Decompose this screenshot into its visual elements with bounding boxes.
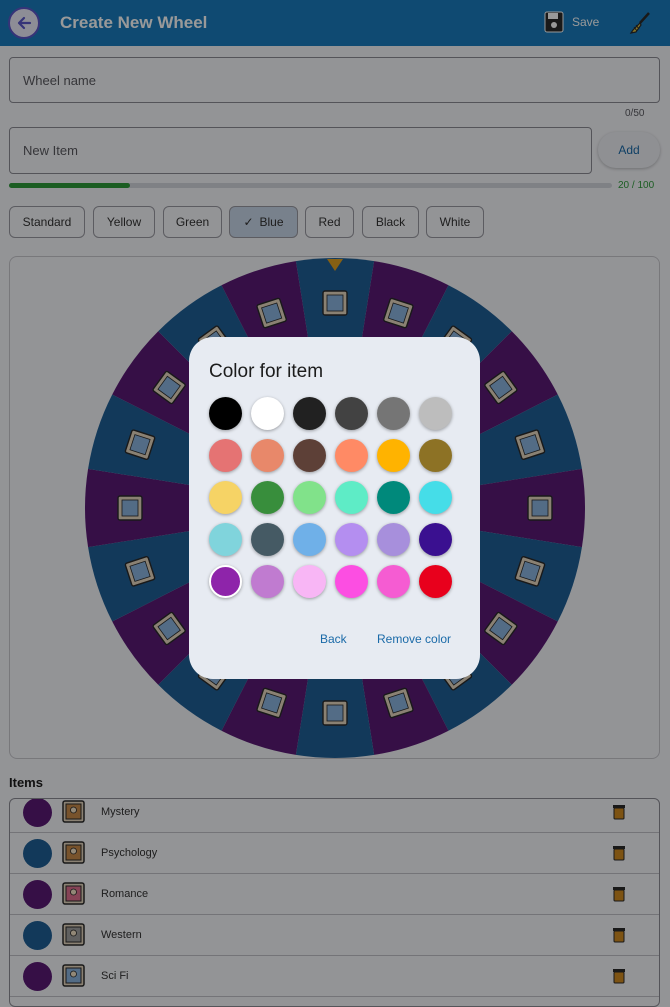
- color-swatch[interactable]: [209, 439, 242, 472]
- color-swatch[interactable]: [209, 565, 242, 598]
- color-swatch[interactable]: [419, 397, 452, 430]
- color-swatch[interactable]: [251, 397, 284, 430]
- back-dialog-button[interactable]: Back: [320, 632, 347, 646]
- color-swatch[interactable]: [251, 565, 284, 598]
- color-swatch[interactable]: [335, 523, 368, 556]
- color-swatch[interactable]: [209, 397, 242, 430]
- color-swatch[interactable]: [209, 523, 242, 556]
- color-swatch[interactable]: [419, 523, 452, 556]
- color-swatch[interactable]: [335, 481, 368, 514]
- color-swatch[interactable]: [335, 439, 368, 472]
- color-swatch[interactable]: [419, 565, 452, 598]
- color-swatch[interactable]: [419, 439, 452, 472]
- color-swatch[interactable]: [335, 397, 368, 430]
- color-swatch[interactable]: [293, 565, 326, 598]
- remove-color-button[interactable]: Remove color: [377, 632, 451, 646]
- color-swatch[interactable]: [377, 523, 410, 556]
- color-swatch[interactable]: [377, 481, 410, 514]
- color-swatch[interactable]: [293, 523, 326, 556]
- color-swatch[interactable]: [293, 481, 326, 514]
- color-swatch[interactable]: [293, 397, 326, 430]
- color-swatch[interactable]: [377, 565, 410, 598]
- color-swatch[interactable]: [251, 523, 284, 556]
- color-swatch[interactable]: [377, 397, 410, 430]
- color-swatch[interactable]: [419, 481, 452, 514]
- dialog-title: Color for item: [209, 361, 324, 382]
- color-swatch[interactable]: [335, 565, 368, 598]
- color-swatch[interactable]: [293, 439, 326, 472]
- color-swatch[interactable]: [251, 439, 284, 472]
- color-swatch[interactable]: [209, 481, 242, 514]
- color-swatch[interactable]: [377, 439, 410, 472]
- color-picker-dialog: Color for item Back Remove color: [189, 337, 480, 679]
- color-swatch[interactable]: [251, 481, 284, 514]
